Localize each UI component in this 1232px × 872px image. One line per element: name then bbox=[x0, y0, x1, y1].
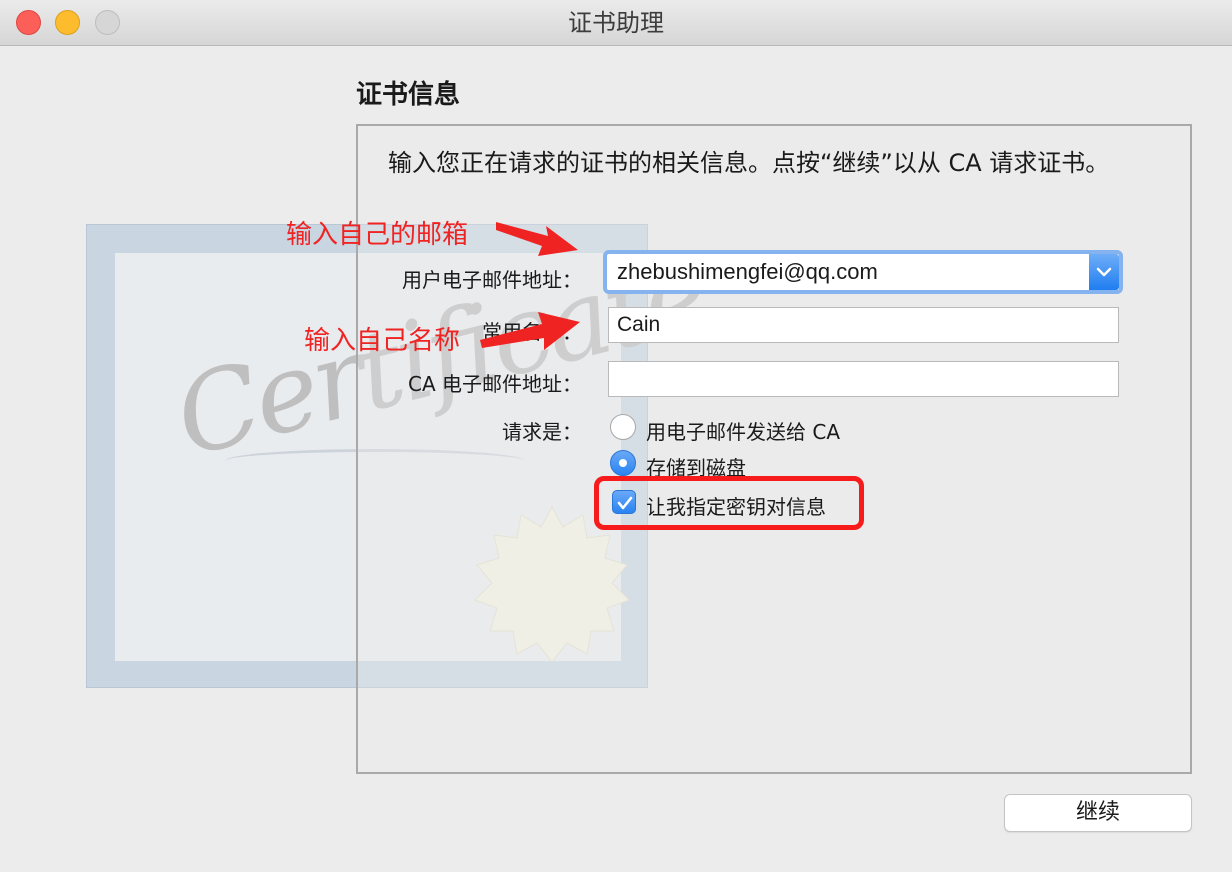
arrow-email-icon bbox=[496, 222, 578, 256]
annotation-name: 输入自己名称 bbox=[304, 326, 461, 356]
email-value: zhebushimengfei@qq.com bbox=[617, 259, 878, 284]
continue-button[interactable]: 继续 bbox=[1004, 794, 1192, 832]
description-text: 输入您正在请求的证书的相关信息。点按“继续”以从 CA 请求证书。 bbox=[388, 149, 1110, 177]
radio-email-to-ca[interactable] bbox=[610, 414, 636, 440]
section-title: 证书信息 bbox=[356, 80, 461, 110]
radio-email-to-ca-label: 用电子邮件发送给 CA bbox=[646, 420, 841, 444]
annotation-email: 输入自己的邮箱 bbox=[286, 220, 469, 250]
title-bar: 证书助理 bbox=[0, 0, 1232, 46]
keypair-checkbox-label: 让我指定密钥对信息 bbox=[646, 495, 826, 519]
combobox-dropdown-button[interactable] bbox=[1089, 254, 1119, 290]
email-combobox[interactable]: zhebushimengfei@qq.com bbox=[603, 250, 1123, 294]
form-panel bbox=[356, 124, 1192, 774]
email-label: 用户电子邮件地址： bbox=[402, 268, 582, 292]
arrow-name-icon bbox=[480, 312, 580, 350]
request-label: 请求是： bbox=[502, 420, 582, 444]
radio-save-to-disk[interactable] bbox=[610, 450, 636, 476]
checkmark-icon bbox=[617, 496, 633, 510]
keypair-checkbox[interactable] bbox=[612, 490, 636, 514]
chevron-down-icon bbox=[1096, 267, 1112, 277]
ca-email-field[interactable] bbox=[608, 361, 1119, 397]
window-title: 证书助理 bbox=[568, 9, 664, 37]
common-name-field[interactable]: Cain bbox=[608, 307, 1119, 343]
ca-email-label: CA 电子邮件地址： bbox=[407, 372, 582, 396]
